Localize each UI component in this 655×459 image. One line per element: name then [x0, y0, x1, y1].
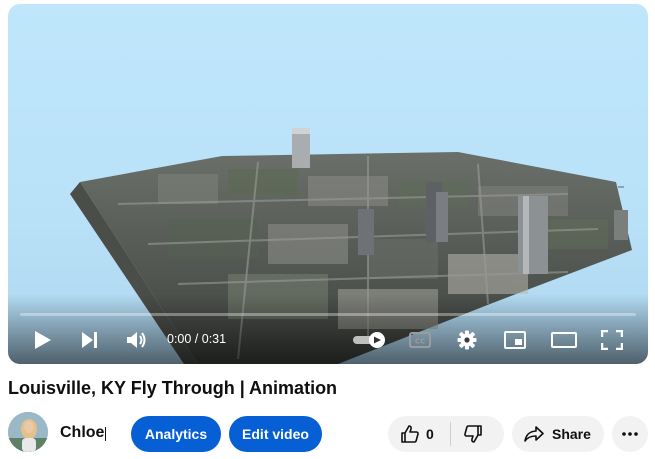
more-icon: [622, 432, 638, 436]
video-title: Louisville, KY Fly Through | Animation: [8, 378, 338, 398]
text-cursor: [105, 427, 106, 441]
share-label: Share: [552, 426, 591, 442]
channel-name[interactable]: Chloe: [60, 424, 104, 442]
next-icon: [82, 332, 97, 348]
autoplay-toggle[interactable]: [351, 326, 387, 354]
thumbs-up-icon: [401, 425, 419, 443]
like-dislike-group: 0: [388, 416, 504, 452]
like-count: 0: [426, 426, 434, 442]
autoplay-toggle-icon: [353, 332, 385, 348]
settings-icon: [457, 330, 477, 350]
volume-icon: [127, 332, 146, 348]
like-button[interactable]: 0: [388, 416, 434, 452]
share-button[interactable]: Share: [512, 416, 604, 452]
mute-button[interactable]: [123, 326, 151, 354]
miniplayer-button[interactable]: [501, 326, 529, 354]
next-button[interactable]: [77, 326, 103, 354]
svg-text:CC: CC: [415, 338, 425, 346]
play-button[interactable]: [30, 326, 56, 354]
analytics-button[interactable]: Analytics: [131, 416, 221, 452]
captions-button[interactable]: CC: [406, 326, 434, 354]
video-player[interactable]: 0:00 / 0:31 CC: [8, 4, 648, 364]
miniplayer-icon: [504, 331, 526, 349]
dislike-button[interactable]: [451, 416, 495, 452]
settings-button[interactable]: [453, 326, 481, 354]
thumbs-down-icon: [463, 425, 482, 443]
progress-bar[interactable]: [20, 313, 636, 316]
edit-video-button[interactable]: Edit video: [229, 416, 322, 452]
fullscreen-icon: [601, 330, 623, 350]
time-display: 0:00 / 0:31: [167, 332, 227, 346]
captions-icon: CC: [409, 332, 431, 348]
theater-icon: [551, 332, 577, 348]
share-icon: [524, 426, 544, 442]
avatar[interactable]: [8, 412, 48, 452]
fullscreen-button[interactable]: [598, 326, 626, 354]
more-actions-button[interactable]: [612, 416, 648, 452]
theater-mode-button[interactable]: [548, 326, 580, 354]
play-icon: [35, 331, 51, 349]
channel-avatar-image: [8, 412, 48, 452]
